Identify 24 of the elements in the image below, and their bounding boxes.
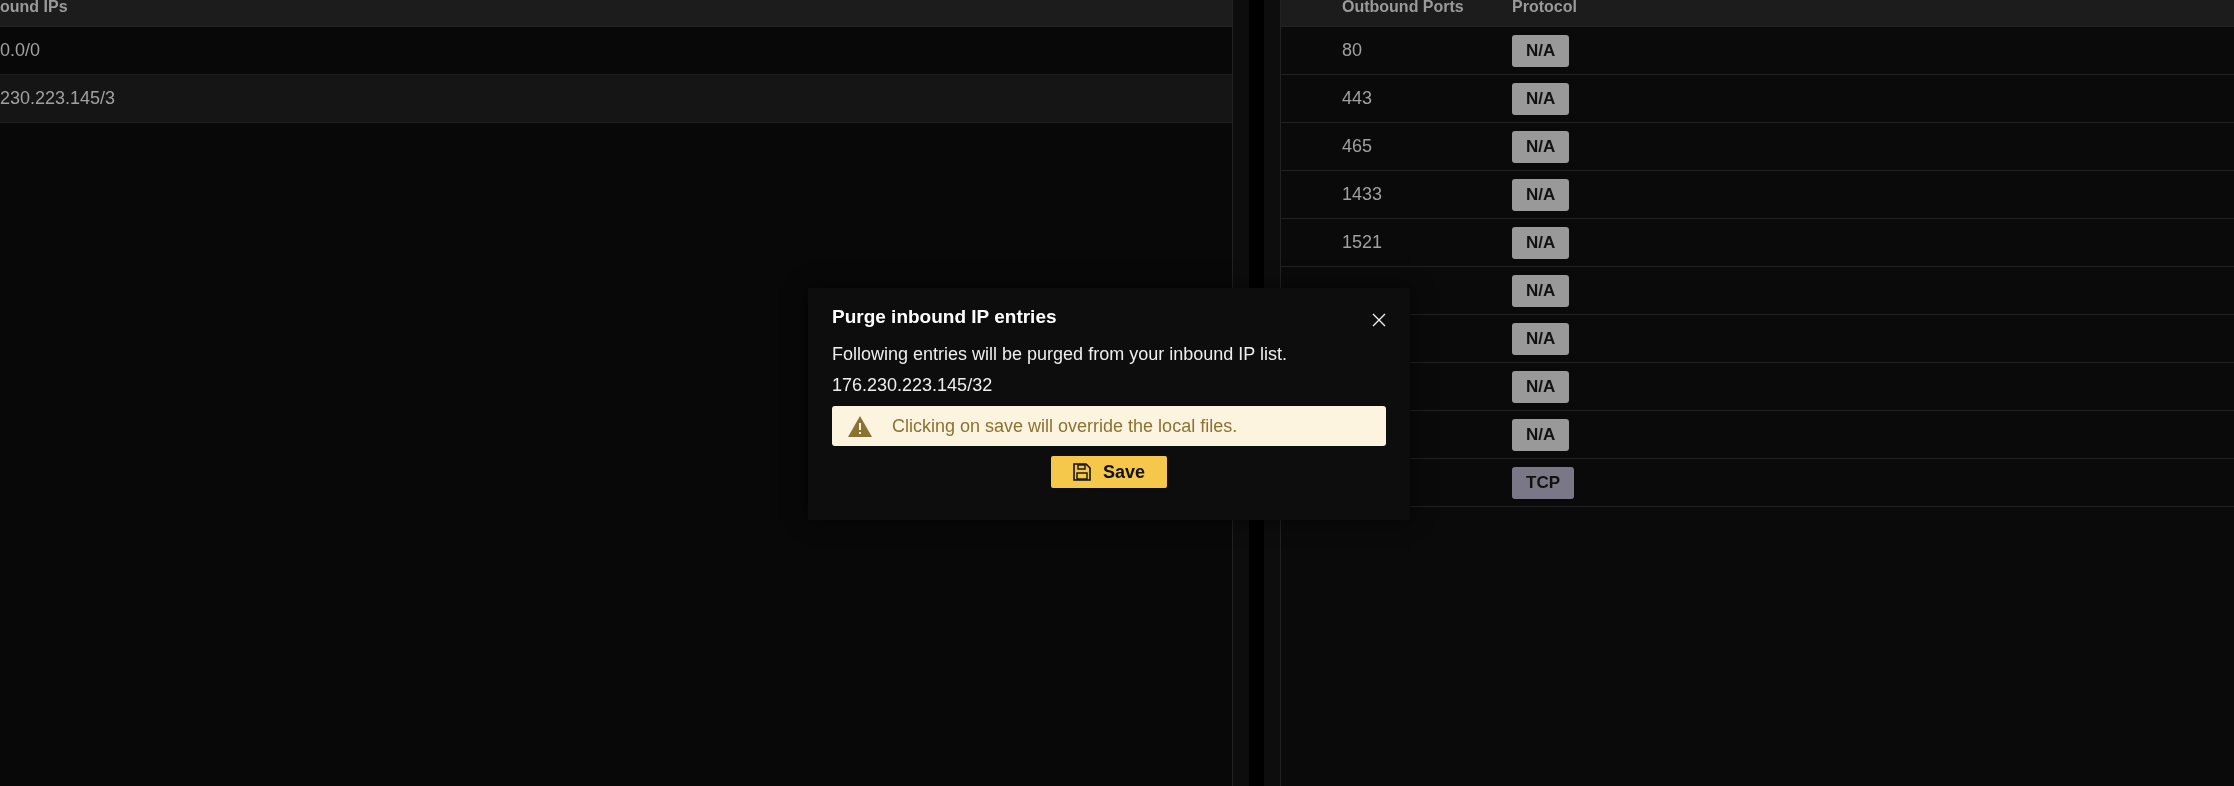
protocol-tag: N/A: [1512, 418, 1570, 451]
dialog-message: Following entries will be purged from your inbound IP list.: [832, 344, 1288, 365]
ip-cell: 230.223.145/3: [0, 88, 116, 109]
protocol-tag: N/A: [1512, 226, 1570, 259]
port-cell: 443: [1342, 88, 1373, 108]
protocol-tag: N/A: [1512, 178, 1570, 211]
ip-cell: 0.0/0: [0, 40, 41, 61]
warning-text: Clicking on save will override the local files.: [892, 415, 1238, 437]
dialog-title: Purge inbound IP entries: [832, 306, 1057, 328]
protocol-tag: N/A: [1512, 370, 1570, 403]
port-cell: 1521: [1342, 232, 1383, 252]
column-header: Protocol: [1512, 0, 1577, 14]
port-cell: 465: [1342, 136, 1373, 156]
protocol-tag: N/A: [1512, 130, 1570, 163]
protocol-tag: N/A: [1512, 82, 1570, 115]
column-header: Outbound Ports: [1341, 0, 1465, 14]
ip-entry: 176.230.223.145/32: [832, 375, 994, 396]
protocol-tag: N/A: [1512, 322, 1570, 355]
column-header: ound IPs: [0, 0, 68, 14]
protocol-tag: N/A: [1512, 34, 1570, 67]
port-cell: 1433: [1342, 184, 1383, 204]
port-cell: 80: [1342, 40, 1363, 60]
protocol-tag: TCP: [1512, 466, 1574, 499]
protocol-tag: N/A: [1512, 274, 1570, 307]
